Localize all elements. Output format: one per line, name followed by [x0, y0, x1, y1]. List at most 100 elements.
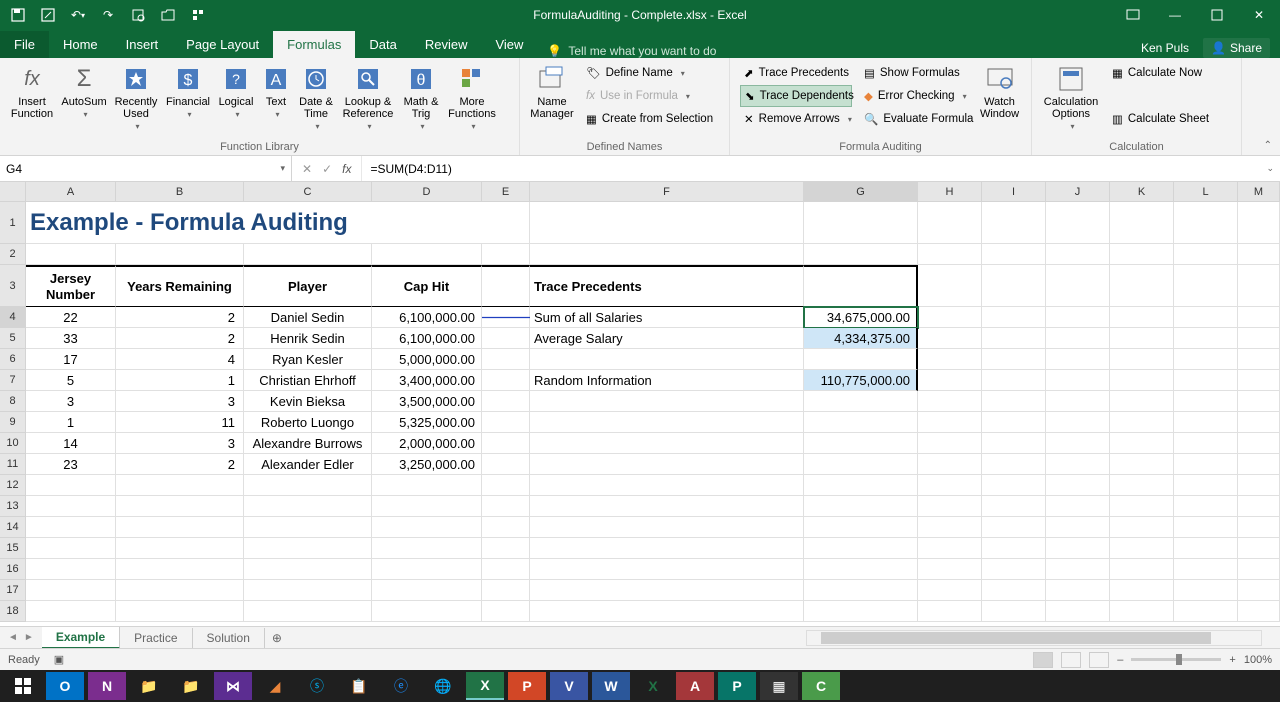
cell-player[interactable]: Alexander Edler — [244, 454, 372, 475]
cell-years[interactable]: 2 — [116, 454, 244, 475]
remove-arrows-button[interactable]: ✕Remove Arrows — [740, 108, 852, 130]
excel2-icon[interactable]: X — [634, 672, 672, 700]
cell[interactable] — [482, 538, 530, 559]
cell-jersey[interactable]: 5 — [26, 370, 116, 391]
zoom-slider[interactable] — [1131, 658, 1221, 661]
cell-years[interactable]: 1 — [116, 370, 244, 391]
cell[interactable] — [918, 328, 982, 349]
cell[interactable] — [1046, 265, 1110, 307]
cell[interactable] — [1174, 307, 1238, 328]
cell[interactable] — [1110, 559, 1174, 580]
cell[interactable] — [530, 202, 804, 244]
cell[interactable] — [1174, 454, 1238, 475]
define-name-button[interactable]: 🏷Define Name — [582, 62, 717, 84]
undo-icon[interactable]: ↶ ▾ — [70, 7, 86, 23]
text-button[interactable]: A Text — [258, 60, 294, 119]
side-label[interactable]: Sum of all Salaries — [530, 307, 804, 328]
calculate-sheet-button[interactable]: ▥Calculate Sheet — [1108, 108, 1213, 130]
sheet-nav-first-icon[interactable]: ◄ — [8, 632, 18, 643]
cell-jersey[interactable]: 17 — [26, 349, 116, 370]
cell-years[interactable]: 2 — [116, 328, 244, 349]
cell[interactable] — [1238, 349, 1280, 370]
cell[interactable] — [482, 349, 530, 370]
cell-cap[interactable]: 5,325,000.00 — [372, 412, 482, 433]
date-time-button[interactable]: Date & Time — [294, 60, 338, 131]
cell[interactable] — [26, 496, 116, 517]
show-formulas-button[interactable]: ▤Show Formulas — [860, 62, 970, 84]
sheet-title[interactable]: Example - Formula Auditing — [26, 202, 486, 244]
cell-cap[interactable]: 2,000,000.00 — [372, 433, 482, 454]
cell[interactable] — [482, 244, 530, 265]
tab-insert[interactable]: Insert — [112, 31, 173, 58]
cell[interactable] — [1238, 412, 1280, 433]
cell[interactable] — [918, 454, 982, 475]
cell-jersey[interactable]: 22 — [26, 307, 116, 328]
cell[interactable] — [804, 391, 918, 412]
more-functions-button[interactable]: More Functions — [444, 60, 500, 131]
cell[interactable] — [982, 496, 1046, 517]
horizontal-scrollbar[interactable] — [806, 630, 1262, 646]
app2-icon[interactable]: ▦ — [760, 672, 798, 700]
cell[interactable] — [116, 517, 244, 538]
cell[interactable] — [1174, 475, 1238, 496]
insert-function-button[interactable]: fx Insert Function — [6, 60, 58, 120]
cell[interactable] — [1174, 244, 1238, 265]
cell[interactable] — [1110, 328, 1174, 349]
cell[interactable] — [982, 328, 1046, 349]
row-header-13[interactable]: 13 — [0, 496, 26, 517]
app-icon[interactable]: ◢ — [256, 672, 294, 700]
cell-cap[interactable]: 3,500,000.00 — [372, 391, 482, 412]
cell[interactable] — [1046, 244, 1110, 265]
cell[interactable] — [1046, 433, 1110, 454]
header-blank[interactable] — [482, 265, 530, 307]
side-value[interactable]: 4,334,375.00 — [804, 328, 918, 349]
cell[interactable] — [918, 307, 982, 328]
cell[interactable] — [372, 496, 482, 517]
cell[interactable] — [482, 433, 530, 454]
cell[interactable] — [1046, 412, 1110, 433]
cell[interactable] — [1110, 412, 1174, 433]
trace-dependents-button[interactable]: ⬊Trace Dependents — [740, 85, 852, 107]
cell[interactable] — [530, 349, 804, 370]
cell[interactable] — [116, 244, 244, 265]
select-all-corner[interactable] — [0, 182, 26, 202]
minimize-icon[interactable]: — — [1154, 0, 1196, 30]
cell[interactable] — [1110, 391, 1174, 412]
cell[interactable] — [26, 517, 116, 538]
cell[interactable] — [982, 391, 1046, 412]
cell[interactable] — [982, 412, 1046, 433]
cell[interactable] — [482, 391, 530, 412]
row-header-18[interactable]: 18 — [0, 601, 26, 622]
autosum-button[interactable]: Σ AutoSum — [58, 60, 110, 119]
cell[interactable] — [918, 496, 982, 517]
cell-jersey[interactable]: 1 — [26, 412, 116, 433]
cell[interactable] — [1110, 265, 1174, 307]
outlook-icon[interactable]: O — [46, 672, 84, 700]
cell[interactable] — [1046, 580, 1110, 601]
col-header-D[interactable]: D — [372, 182, 482, 202]
zoom-level[interactable]: 100% — [1244, 654, 1272, 666]
cancel-formula-icon[interactable]: ✕ — [302, 162, 312, 176]
col-header-I[interactable]: I — [982, 182, 1046, 202]
cell[interactable] — [918, 412, 982, 433]
formula-input[interactable]: =SUM(D4:D11) — [362, 162, 1260, 176]
cell[interactable] — [1174, 538, 1238, 559]
cell[interactable] — [1238, 265, 1280, 307]
cell[interactable] — [1174, 328, 1238, 349]
cell[interactable] — [804, 559, 918, 580]
cell-jersey[interactable]: 33 — [26, 328, 116, 349]
cell-player[interactable]: Henrik Sedin — [244, 328, 372, 349]
cell[interactable] — [482, 370, 530, 391]
cell[interactable] — [244, 601, 372, 622]
skype-icon[interactable]: ⓢ — [298, 672, 336, 700]
sheet-tab-solution[interactable]: Solution — [193, 628, 265, 648]
cell[interactable] — [1174, 412, 1238, 433]
cell[interactable] — [1238, 454, 1280, 475]
cell[interactable] — [918, 244, 982, 265]
cell[interactable] — [918, 517, 982, 538]
print-preview-icon[interactable] — [130, 7, 146, 23]
cell[interactable] — [918, 538, 982, 559]
row-header-17[interactable]: 17 — [0, 580, 26, 601]
tab-formulas[interactable]: Formulas — [273, 31, 355, 58]
excel-taskbar-icon[interactable]: X — [466, 672, 504, 700]
